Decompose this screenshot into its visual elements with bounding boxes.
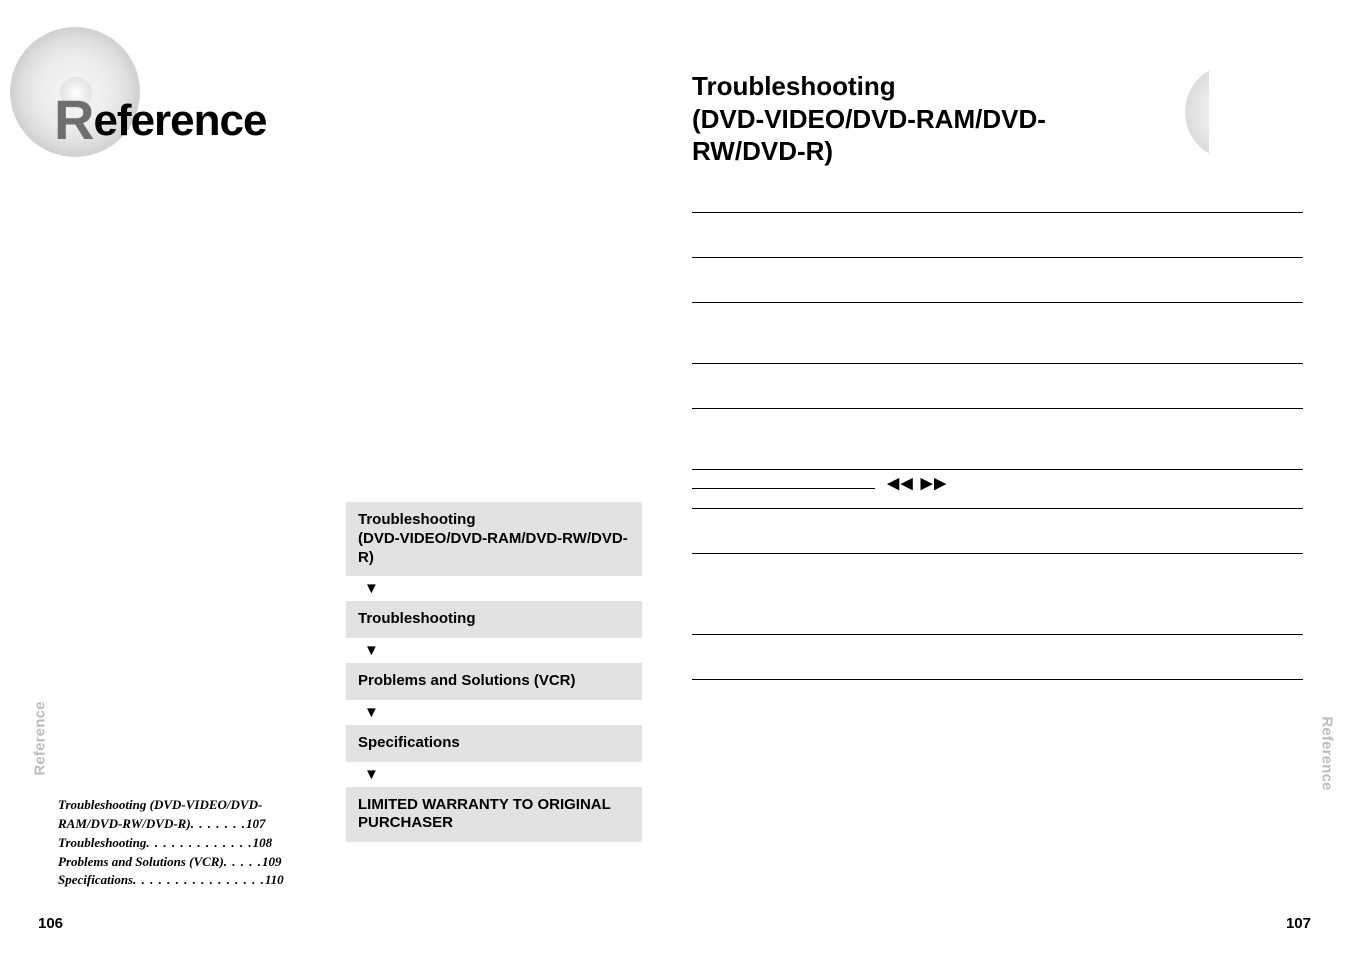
table-of-contents: Troubleshooting (DVD-VIDEO/DVD- RAM/DVD-… xyxy=(58,796,358,890)
hero-title-rest: eference xyxy=(93,96,266,145)
page-title: Reference xyxy=(54,87,266,152)
toc-label: Troubleshooting xyxy=(58,834,146,853)
flow-chart: Troubleshooting (DVD-VIDEO/DVD-RAM/DVD-R… xyxy=(346,502,642,842)
toc-label: RAM/DVD-RW/DVD-R) xyxy=(58,815,191,834)
flow-step-label: Troubleshooting xyxy=(358,610,476,627)
flow-step: LIMITED WARRANTY TO ORIGINAL PURCHASER xyxy=(346,787,642,843)
side-tab-rest: eference xyxy=(32,701,49,764)
page-number-right: 107 xyxy=(1286,915,1311,932)
toc-leader: . . . . . xyxy=(224,853,262,872)
flow-step-label: LIMITED WARRANTY TO ORIGINAL PURCHASER xyxy=(358,796,611,832)
toc-row: Troubleshooting (DVD-VIDEO/DVD- xyxy=(58,796,358,815)
disc-small-wrap xyxy=(1167,70,1269,158)
side-tab-label-right: Reference xyxy=(1319,716,1336,790)
flow-step: Problems and Solutions (VCR) xyxy=(346,663,642,700)
flow-step: Troubleshooting (DVD-VIDEO/DVD-RAM/DVD-R… xyxy=(346,502,642,576)
transport-glyphs: ◀◀ ▶▶ xyxy=(888,475,948,492)
flow-step: Troubleshooting xyxy=(346,601,642,638)
toc-page: 108 xyxy=(253,834,273,853)
toc-page: 107 xyxy=(246,815,266,834)
flow-step-label: Troubleshooting (DVD-VIDEO/DVD-RAM/DVD-R… xyxy=(358,511,628,566)
right-title-line2: (DVD-VIDEO/DVD-RAM/DVD-RW/DVD-R) xyxy=(692,103,1149,168)
toc-leader: . . . . . . . . . . . . . xyxy=(146,834,252,853)
troubleshooting-rules: ◀◀ ▶▶ xyxy=(672,212,1351,680)
right-title-line1: Troubleshooting xyxy=(692,70,1149,103)
disc-clip xyxy=(1209,48,1321,176)
toc-row: RAM/DVD-RW/DVD-R) . . . . . . . 107 xyxy=(58,815,358,834)
page-number-left: 106 xyxy=(38,915,63,932)
toc-page: 110 xyxy=(265,871,284,890)
right-page: Troubleshooting (DVD-VIDEO/DVD-RAM/DVD-R… xyxy=(672,0,1351,954)
hero-title-accent: R xyxy=(54,88,93,151)
toc-page: 109 xyxy=(262,853,282,872)
rewind-forward-icon: ◀◀ ▶▶ xyxy=(888,474,948,492)
toc-label: Problems and Solutions (VCR) xyxy=(58,853,224,872)
flow-step-label: Specifications xyxy=(358,734,460,751)
down-arrow-icon: ▼ xyxy=(346,576,642,601)
toc-leader: . . . . . . . xyxy=(191,815,246,834)
side-tab-left: Reference xyxy=(24,730,56,747)
down-arrow-icon: ▼ xyxy=(346,638,642,663)
transport-glyph-row: ◀◀ ▶▶ xyxy=(692,470,1303,508)
toc-label: Specifications xyxy=(58,871,133,890)
divider-line xyxy=(692,679,1303,680)
down-arrow-icon: ▼ xyxy=(346,762,642,787)
right-page-header: Troubleshooting (DVD-VIDEO/DVD-RAM/DVD-R… xyxy=(672,70,1351,168)
left-page: Reference Reference Troubleshooting (DVD… xyxy=(0,0,672,954)
divider-line-short xyxy=(692,488,875,489)
toc-row: Specifications . . . . . . . . . . . . .… xyxy=(58,871,358,890)
toc-leader: . . . . . . . . . . . . . . . . xyxy=(133,871,265,890)
toc-row: Troubleshooting . . . . . . . . . . . . … xyxy=(58,834,358,853)
flow-step-label: Problems and Solutions (VCR) xyxy=(358,672,576,689)
flow-step: Specifications xyxy=(346,725,642,762)
down-arrow-icon: ▼ xyxy=(346,700,642,725)
right-page-title: Troubleshooting (DVD-VIDEO/DVD-RAM/DVD-R… xyxy=(692,70,1149,168)
toc-label: Troubleshooting (DVD-VIDEO/DVD- xyxy=(58,796,262,815)
side-tab-accent: R xyxy=(32,765,49,776)
toc-row: Problems and Solutions (VCR) . . . . . 1… xyxy=(58,853,358,872)
hero-badge: Reference xyxy=(40,55,290,175)
side-tab-label-left: Reference xyxy=(32,701,49,775)
side-tab-right: Reference xyxy=(1311,745,1343,762)
